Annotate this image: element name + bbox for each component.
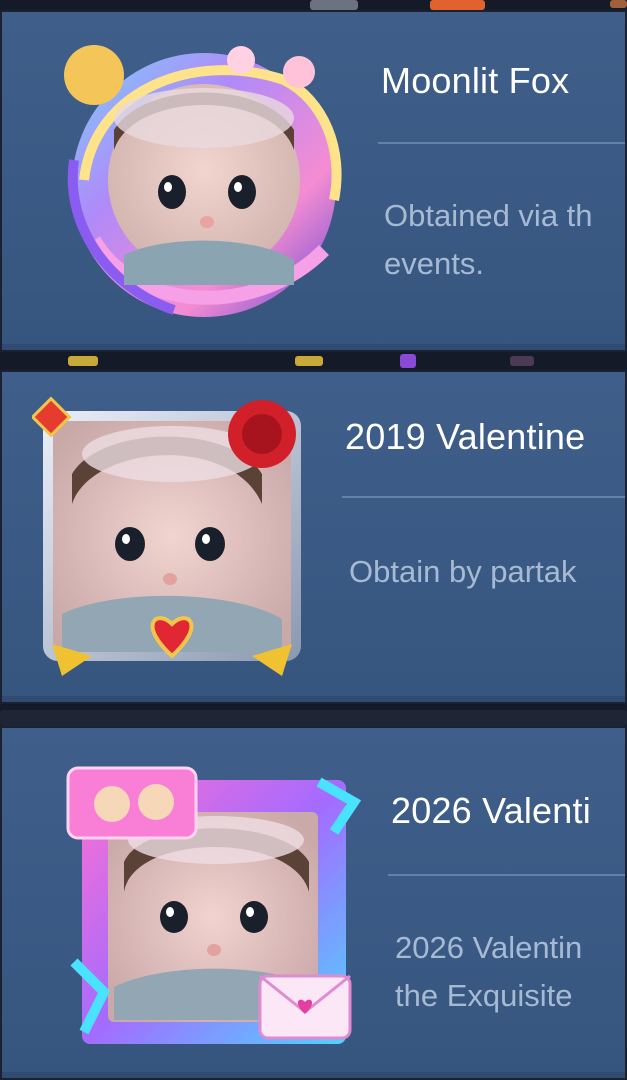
separator — [0, 352, 627, 370]
frame-title: 2026 Valenti — [391, 790, 591, 831]
frame-card-2019-valentine[interactable]: 2019 Valentine Obtain by partak — [0, 370, 627, 704]
separator — [0, 704, 627, 726]
frame-description: Obtain by partak — [349, 548, 576, 596]
frame-title: Moonlit Fox — [381, 60, 570, 101]
divider — [388, 874, 625, 876]
description-line: Obtain by partak — [349, 554, 577, 589]
description-line: the Exquisite — [395, 978, 573, 1013]
avatar-frame-list: Moonlit Fox Obtained via th events. 2019… — [0, 0, 627, 1080]
moonlit-fox-frame-icon — [54, 30, 354, 330]
divider — [378, 142, 625, 144]
description-line: 2026 Valentin — [395, 930, 583, 965]
frame-title: 2019 Valentine — [345, 416, 586, 457]
2026-valentine-frame-icon — [64, 762, 364, 1062]
frame-card-2026-valentine[interactable]: 2026 Valenti 2026 Valentin the Exquisite — [0, 726, 627, 1080]
2019-valentine-frame-icon — [32, 394, 312, 679]
description-line: Obtained via th — [384, 198, 593, 233]
description-line: events. — [384, 246, 484, 281]
frame-card-moonlit-fox[interactable]: Moonlit Fox Obtained via th events. — [0, 10, 627, 352]
frame-description: 2026 Valentin the Exquisite — [395, 924, 582, 1020]
divider — [342, 496, 625, 498]
top-separator — [0, 0, 627, 10]
frame-description: Obtained via th events. — [384, 192, 593, 288]
